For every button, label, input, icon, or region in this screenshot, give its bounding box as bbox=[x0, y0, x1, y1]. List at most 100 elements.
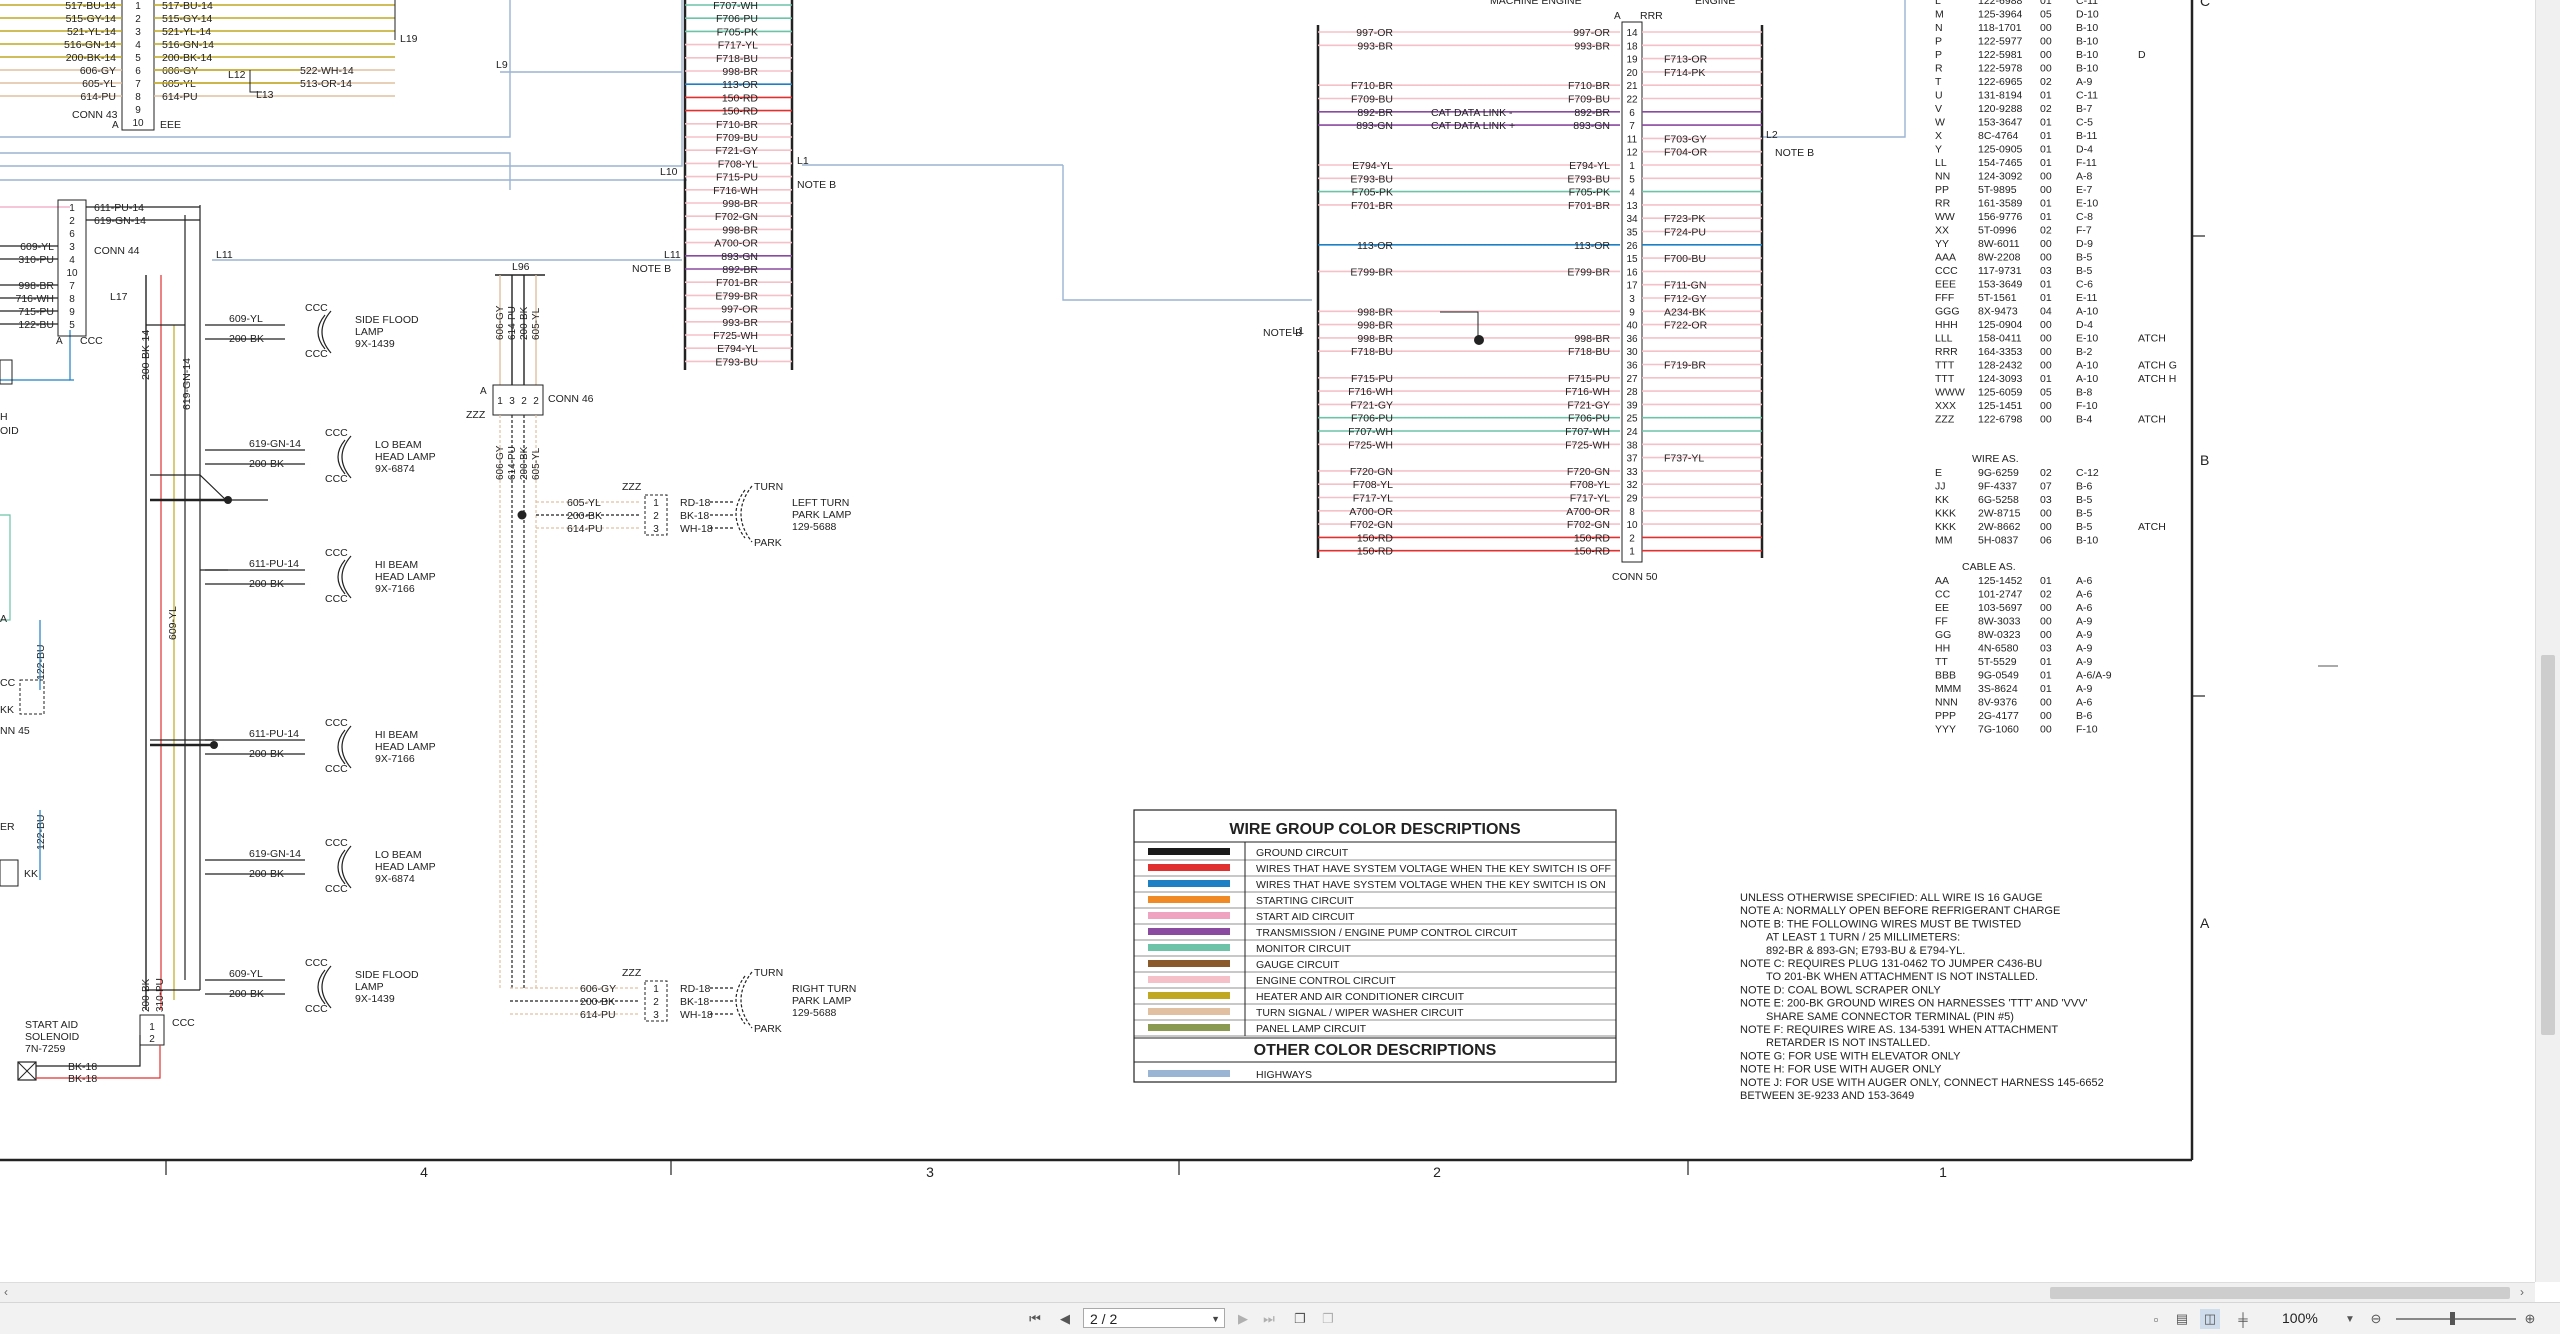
note-line: NOTE B: THE FOLLOWING WIRES MUST BE TWIS… bbox=[1740, 918, 2021, 930]
wire-as-cell: MM bbox=[1935, 535, 1953, 547]
parts-table-cell: 01 bbox=[2040, 198, 2052, 210]
vertical-scroll-thumb[interactable] bbox=[2541, 655, 2555, 1035]
wire-label: A700-OR bbox=[714, 238, 758, 250]
horizontal-scroll-thumb[interactable] bbox=[2050, 1287, 2510, 1299]
connector-pin-label: 24 bbox=[1626, 427, 1638, 438]
cable-as-cell: 103-5697 bbox=[1978, 602, 2023, 614]
parts-table-cell: 00 bbox=[2040, 414, 2052, 426]
wire-label: F708-YL bbox=[1570, 479, 1610, 491]
connector-pin-label: 4 bbox=[1629, 188, 1635, 199]
wire-label: E793-BU bbox=[1350, 173, 1393, 185]
legend-item-label: ENGINE CONTROL CIRCUIT bbox=[1256, 975, 1396, 987]
wire-label: E794-YL bbox=[1569, 160, 1610, 172]
parts-table-cell: 5T-0996 bbox=[1978, 225, 2017, 237]
continuous-view-icon[interactable]: ▤ bbox=[2172, 1309, 2192, 1329]
wire-label: 606-GY bbox=[80, 65, 116, 77]
paste-page-icon[interactable]: ❐ bbox=[1318, 1309, 1338, 1329]
wire-label: 122-BU bbox=[18, 319, 54, 331]
lamp-label: TURN bbox=[754, 481, 783, 493]
cable-as-cell: 9G-0549 bbox=[1978, 670, 2019, 682]
parts-table-cell: B-5 bbox=[2076, 265, 2093, 277]
parts-table-cell: FFF bbox=[1935, 292, 1954, 304]
highway-label: L13 bbox=[256, 89, 274, 101]
wire-label: F721-GY bbox=[715, 145, 758, 157]
wire-label: 715-PU bbox=[18, 306, 54, 318]
cable-as-cell: B-6 bbox=[2076, 710, 2093, 722]
wire-label: 150-RD bbox=[722, 92, 759, 104]
left-fragment-label: OID bbox=[0, 425, 19, 437]
junction-dot bbox=[517, 510, 527, 520]
parts-table-cell: LLL bbox=[1935, 333, 1953, 345]
scroll-right-arrow-icon[interactable]: › bbox=[2520, 1284, 2524, 1300]
wire-label: 993-BR bbox=[1574, 40, 1610, 52]
parts-table-cell: 00 bbox=[2040, 252, 2052, 264]
two-page-view-icon[interactable]: ◫ bbox=[2200, 1309, 2220, 1329]
wire-label: F717-YL bbox=[1570, 493, 1610, 505]
note-line: UNLESS OTHERWISE SPECIFIED: ALL WIRE IS … bbox=[1740, 892, 2043, 904]
horizontal-scrollbar[interactable]: ‹ › bbox=[0, 1282, 2535, 1303]
wire-label: 150-RD bbox=[1357, 546, 1394, 558]
wire-as-cell: KKK bbox=[1935, 521, 1956, 533]
vertical-scrollbar[interactable] bbox=[2535, 0, 2560, 1282]
parts-table-cell: B-5 bbox=[2076, 252, 2093, 264]
cable-as-cell: AA bbox=[1935, 575, 1949, 587]
connector-pin-label: 2 bbox=[533, 396, 539, 407]
highway-label: L2 bbox=[1766, 129, 1778, 141]
zoom-slider[interactable] bbox=[2396, 1312, 2516, 1325]
connector-code: CCC bbox=[325, 593, 348, 605]
last-page-icon[interactable]: ⏭ bbox=[1259, 1309, 1279, 1329]
parts-table-cell: 00 bbox=[2040, 360, 2052, 372]
copy-page-icon[interactable]: ❐ bbox=[1290, 1309, 1310, 1329]
parts-table-cell: TTT bbox=[1935, 360, 1955, 372]
zoom-out-icon[interactable]: ⊖ bbox=[2366, 1309, 2386, 1329]
split-view-icon[interactable]: ╪ bbox=[2233, 1309, 2253, 1329]
next-page-icon[interactable]: ▶ bbox=[1233, 1309, 1253, 1329]
wire-label: 513-OR-14 bbox=[300, 78, 352, 90]
scroll-left-arrow-icon[interactable]: ‹ bbox=[4, 1284, 8, 1300]
connector-pin-label: 37 bbox=[1626, 454, 1638, 465]
wire-label: 606-GY bbox=[495, 445, 506, 480]
wire-label: F725-WH bbox=[1348, 439, 1393, 451]
wire-label: E794-YL bbox=[717, 343, 758, 355]
parts-table-cell: AAA bbox=[1935, 252, 1956, 264]
grid-row-label: C bbox=[2200, 0, 2210, 9]
wire-label: 998-BR bbox=[722, 66, 758, 78]
zoom-in-icon[interactable]: ⊕ bbox=[2520, 1309, 2540, 1329]
wire-label: 521-YL-14 bbox=[162, 26, 211, 38]
single-page-view-icon[interactable]: ▫ bbox=[2146, 1309, 2166, 1329]
connector-body bbox=[0, 859, 19, 887]
lamp-label: 129-5688 bbox=[792, 1007, 837, 1019]
zoom-slider-knob[interactable] bbox=[2450, 1312, 2455, 1325]
wire-as-cell: 9G-6259 bbox=[1978, 467, 2019, 479]
lamp-label: RIGHT TURN bbox=[792, 983, 856, 995]
lamp-label: PARK LAMP bbox=[792, 995, 851, 1007]
first-page-icon[interactable]: ⏮ bbox=[1025, 1309, 1045, 1329]
connector-pin-label: 2 bbox=[653, 997, 659, 1008]
document-viewport: 4 3 2 1 C B A 1 517-BU-14 517-BU-14 2 515-GY-14 515-… bbox=[0, 0, 2535, 1282]
wire-label: 200-BK bbox=[229, 333, 264, 345]
cable-as-cell: A-6 bbox=[2076, 575, 2093, 587]
connector-pin-label: 5 bbox=[1629, 174, 1635, 185]
lamp-label: TURN bbox=[754, 967, 783, 979]
connector-pin-label: 33 bbox=[1626, 467, 1638, 478]
parts-table-cell: 00 bbox=[2040, 319, 2052, 331]
wire-label: 611-PU-14 bbox=[249, 558, 299, 570]
zoom-dropdown-icon[interactable]: ▼ bbox=[2340, 1309, 2360, 1329]
parts-table-cell: 156-9776 bbox=[1978, 211, 2023, 223]
wire-line bbox=[0, 514, 11, 621]
left-fragment-label: CC bbox=[0, 677, 16, 689]
wire-label: 993-BR bbox=[1357, 40, 1393, 52]
cable-as-cell: 03 bbox=[2040, 643, 2052, 655]
connector-code: CCC bbox=[305, 1003, 328, 1015]
lamp-label: 129-5688 bbox=[792, 521, 837, 533]
wire-label: F707-WH bbox=[1348, 426, 1393, 438]
previous-page-icon[interactable]: ◀ bbox=[1055, 1309, 1075, 1329]
wire-label: BK-18 bbox=[68, 1061, 97, 1073]
parts-table-cell: XX bbox=[1935, 225, 1949, 237]
page-selector[interactable]: 2 / 2 ▼ bbox=[1083, 1308, 1225, 1328]
parts-table-cell: 00 bbox=[2040, 333, 2052, 345]
legend-item-label: TRANSMISSION / ENGINE PUMP CONTROL CIRCU… bbox=[1256, 927, 1518, 939]
parts-table-cell: ATCH bbox=[2138, 414, 2166, 426]
zoom-level[interactable]: 100% bbox=[2282, 1310, 2318, 1326]
cable-as-cell: 8W-0323 bbox=[1978, 629, 2021, 641]
